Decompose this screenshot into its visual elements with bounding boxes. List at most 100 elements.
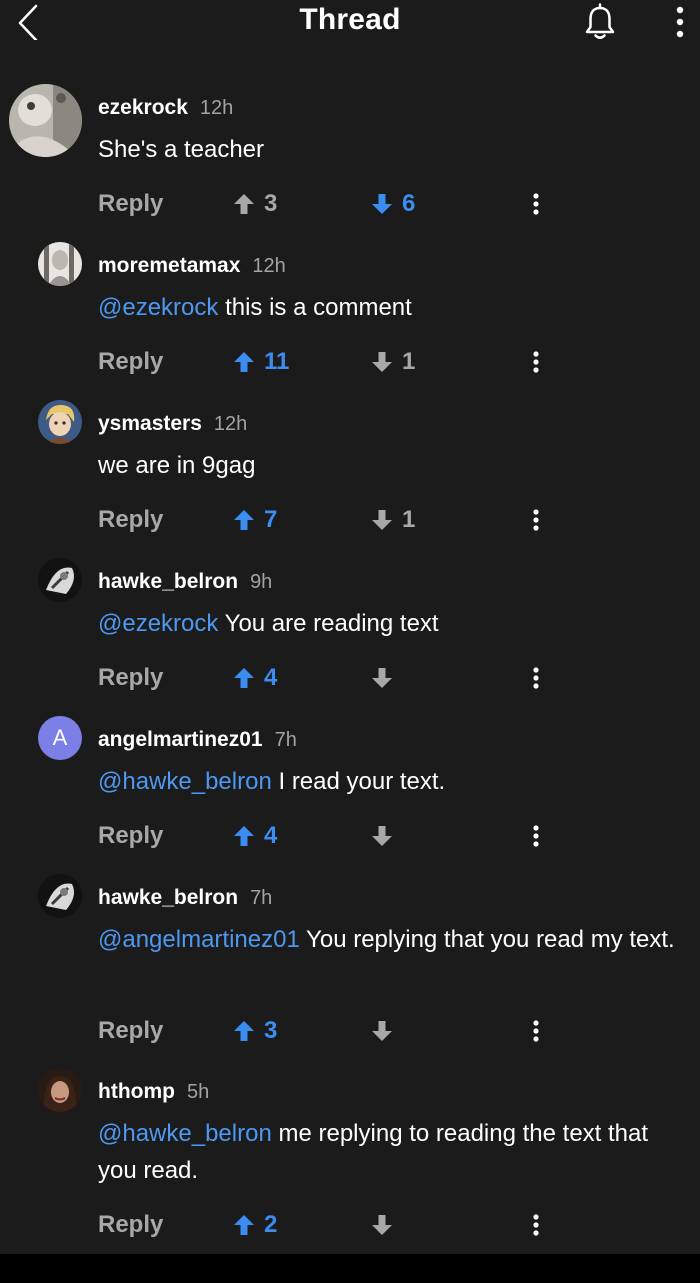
reply-button[interactable]: Reply	[98, 816, 163, 856]
comment-body: I read your text.	[271, 768, 446, 795]
arrow-down-icon	[372, 1215, 392, 1235]
cartoon-avatar-icon	[38, 400, 82, 444]
arrow-down-icon	[372, 352, 392, 372]
upvote-button[interactable]: 3	[232, 1011, 277, 1051]
notifications-button[interactable]	[583, 2, 617, 42]
downvote-button[interactable]: 1	[370, 500, 415, 540]
username[interactable]: hawke_belron	[98, 570, 238, 593]
timestamp: 7h	[250, 887, 273, 909]
user-avatar[interactable]: A	[38, 716, 82, 760]
arrow-up-icon	[234, 826, 254, 846]
downvote-button[interactable]: 1	[370, 342, 415, 382]
vertical-dots-icon	[533, 1020, 539, 1042]
arrow-down-icon	[372, 510, 392, 530]
arrow-down-icon	[372, 1021, 392, 1041]
downvote-button[interactable]	[370, 658, 394, 698]
comment-body: we are in 9gag	[98, 452, 256, 479]
reply-button[interactable]: Reply	[98, 342, 163, 382]
downvote-button[interactable]	[370, 816, 394, 856]
reply-button[interactable]: Reply	[98, 500, 163, 540]
arrow-down-icon	[372, 194, 392, 214]
upvote-count: 11	[264, 348, 290, 375]
upvote-button[interactable]: 4	[232, 658, 277, 698]
user-avatar[interactable]	[38, 1068, 82, 1112]
comment-body: You are reading text	[218, 610, 439, 637]
username[interactable]: angelmartinez01	[98, 728, 263, 751]
user-mention[interactable]: @ezekrock	[98, 610, 218, 637]
comment-menu-button[interactable]	[526, 500, 546, 540]
upvote-button[interactable]: 7	[232, 500, 277, 540]
timestamp: 5h	[186, 1081, 210, 1103]
timestamp: 12h	[252, 255, 286, 277]
timestamp: 12h	[213, 413, 248, 435]
photo-avatar-icon	[38, 874, 82, 918]
comment-text: @hawke_belron me replying to reading the…	[98, 1115, 688, 1189]
upvote-button[interactable]: 11	[232, 342, 289, 382]
vertical-dots-icon	[533, 351, 539, 373]
upvote-button[interactable]: 3	[232, 184, 277, 224]
arrow-down-icon	[372, 668, 392, 688]
user-mention[interactable]: @ezekrock	[98, 294, 218, 321]
user-avatar[interactable]	[38, 242, 82, 286]
comment-menu-button[interactable]	[526, 1205, 546, 1245]
comment-item: ysmasters 12h we are in 9gag Reply 7 1	[0, 398, 700, 548]
comment-item: A angelmartinez01 7h @hawke_belron I read…	[0, 714, 700, 864]
reply-button[interactable]: Reply	[98, 658, 163, 698]
vertical-dots-icon	[533, 667, 539, 689]
downvote-count: 1	[402, 348, 416, 375]
upvote-button[interactable]: 4	[232, 816, 277, 856]
comment-menu-button[interactable]	[526, 1011, 546, 1051]
photo-avatar-icon	[9, 84, 82, 157]
arrow-up-icon	[234, 668, 254, 688]
user-avatar[interactable]	[38, 874, 82, 918]
comment-menu-button[interactable]	[526, 816, 546, 856]
comment-text: @ezekrock You are reading text	[98, 605, 688, 642]
user-avatar[interactable]	[38, 400, 82, 444]
comment-meta: hawke_belron 9h	[98, 570, 272, 594]
reply-button[interactable]: Reply	[98, 1011, 163, 1051]
comment-text: She's a teacher	[98, 131, 688, 168]
username[interactable]: hthomp	[98, 1080, 175, 1103]
user-avatar[interactable]	[38, 558, 82, 602]
comment-text: @ezekrock this is a comment	[98, 289, 688, 326]
upvote-count: 3	[264, 190, 278, 217]
photo-avatar-icon	[38, 558, 82, 602]
comment-body: this is a comment	[218, 294, 412, 321]
username[interactable]: ezekrock	[98, 96, 188, 119]
reply-button[interactable]: Reply	[98, 184, 163, 224]
comment-menu-button[interactable]	[526, 184, 546, 224]
upvote-button[interactable]: 2	[232, 1205, 277, 1245]
user-mention[interactable]: @angelmartinez01	[98, 926, 300, 953]
reply-button[interactable]: Reply	[98, 1205, 163, 1245]
user-mention[interactable]: @hawke_belron	[98, 1120, 272, 1147]
arrow-down-icon	[372, 826, 392, 846]
upvote-count: 3	[264, 1017, 278, 1044]
comment-meta: moremetamax 12h	[98, 254, 286, 278]
comment-item: hawke_belron 9h @ezekrock You are reading…	[0, 556, 700, 706]
downvote-button[interactable]: 6	[370, 184, 415, 224]
photo-avatar-icon	[38, 1068, 82, 1112]
username[interactable]: ysmasters	[98, 412, 202, 435]
downvote-count: 6	[402, 190, 416, 217]
downvote-button[interactable]	[370, 1205, 394, 1245]
comment-actions: Reply 3 6	[0, 184, 700, 224]
username[interactable]: hawke_belron	[98, 886, 238, 909]
comment-actions: Reply 3	[0, 1011, 700, 1051]
downvote-button[interactable]	[370, 1011, 394, 1051]
comment-actions: Reply 2	[0, 1205, 700, 1245]
user-mention[interactable]: @hawke_belron	[98, 768, 272, 795]
timestamp: 9h	[250, 571, 273, 593]
comment-meta: hthomp 5h	[98, 1080, 209, 1104]
more-options-button[interactable]	[668, 2, 692, 42]
user-avatar[interactable]	[9, 84, 82, 157]
downvote-count: 1	[402, 506, 416, 533]
comment-menu-button[interactable]	[526, 658, 546, 698]
upvote-count: 4	[264, 664, 278, 691]
vertical-dots-icon	[533, 825, 539, 847]
arrow-up-icon	[234, 510, 254, 530]
comment-menu-button[interactable]	[526, 342, 546, 382]
comment-item: ezekrock 12h She's a teacher Reply 3 6	[0, 82, 700, 232]
username[interactable]: moremetamax	[98, 254, 240, 277]
comment-actions: Reply 4	[0, 658, 700, 698]
comment-text: @angelmartinez01 You replying that you r…	[98, 921, 688, 958]
